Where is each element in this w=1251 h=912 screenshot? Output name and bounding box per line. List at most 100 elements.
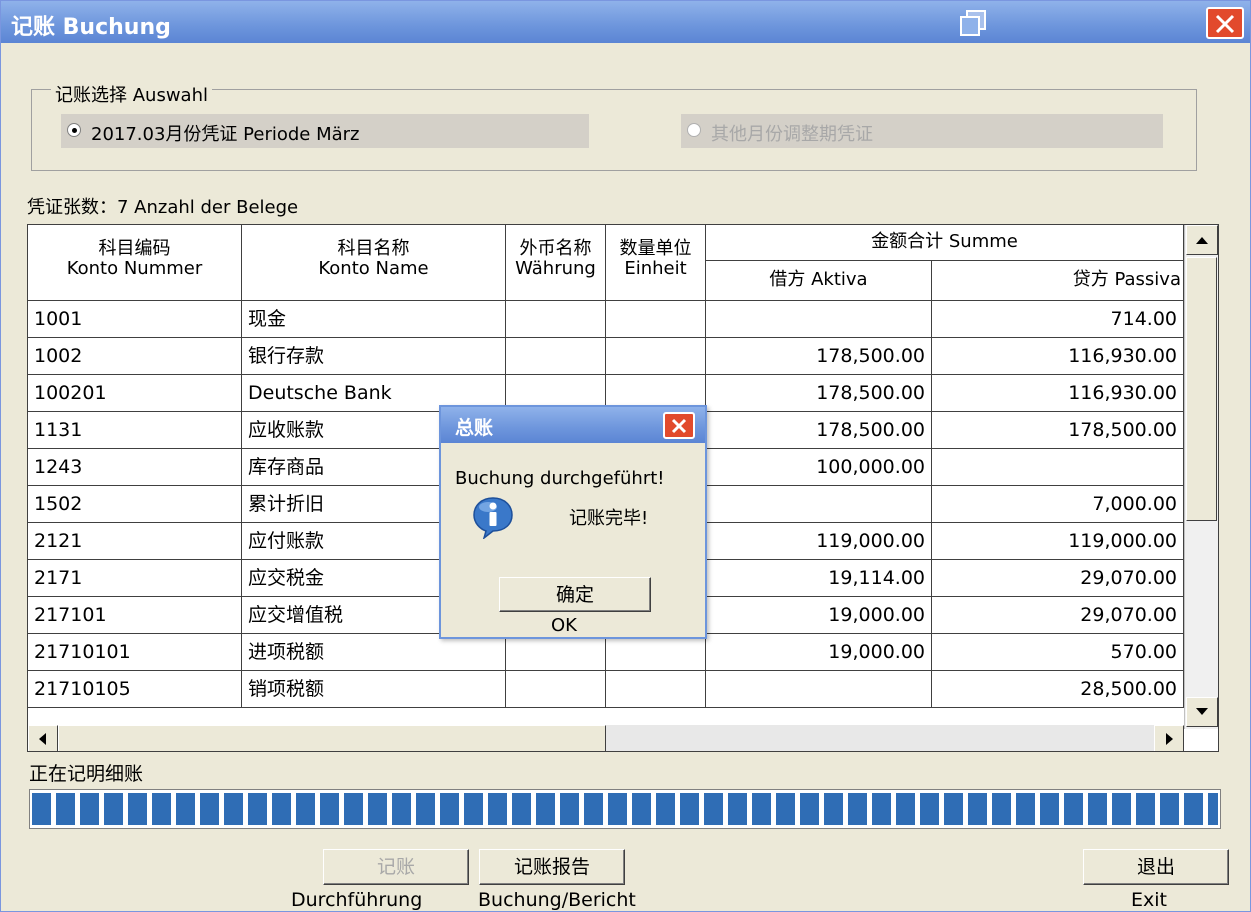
report-button-label: Buchung/Bericht [478, 889, 636, 911]
post-button[interactable]: 记账 [323, 849, 469, 885]
table-cell-credit[interactable]: 29,070.00 [932, 597, 1184, 634]
header-account-code[interactable]: 科目编码 Konto Nummer [28, 225, 242, 301]
close-icon [671, 418, 687, 434]
dialog-message-cn: 记账完毕! [569, 508, 649, 529]
table-cell-unit[interactable] [606, 338, 706, 375]
table-cell-code[interactable]: 2121 [28, 523, 242, 560]
close-button[interactable] [1206, 7, 1244, 39]
table-cell-code[interactable]: 1002 [28, 338, 242, 375]
table-cell-name[interactable]: 销项税额 [242, 671, 506, 708]
header-currency-de: Währung [515, 258, 596, 279]
table-cell-debit[interactable]: 178,500.00 [706, 375, 932, 412]
table-cell-debit[interactable]: 19,114.00 [706, 560, 932, 597]
dialog-ok-button[interactable]: 确定 [499, 577, 651, 612]
table-cell-debit[interactable]: 119,000.00 [706, 523, 932, 560]
restore-icon[interactable] [957, 9, 991, 39]
window-title: 记账 Buchung [11, 15, 171, 40]
arrow-right-icon [1166, 733, 1173, 745]
table-cell-debit[interactable] [706, 671, 932, 708]
scroll-up-button[interactable] [1186, 225, 1218, 255]
dialog-title: 总账 [455, 417, 494, 439]
radio-checked-icon [67, 123, 81, 137]
dialog-title-bar[interactable]: 总账 [441, 407, 705, 443]
report-button[interactable]: 记账报告 [479, 849, 625, 885]
radio-current-period-label: 2017.03月份凭证 Periode März [91, 124, 360, 145]
header-currency[interactable]: 外币名称 Währung [506, 225, 606, 301]
dialog-message-de: Buchung durchgeführt! [455, 468, 665, 489]
header-credit[interactable]: 贷方 Passiva [932, 261, 1184, 301]
header-code-cn: 科目编码 [98, 238, 171, 259]
table-cell-credit[interactable]: 116,930.00 [932, 375, 1184, 412]
table-cell-debit[interactable] [706, 486, 932, 523]
table-cell-code[interactable]: 1131 [28, 412, 242, 449]
table-cell-currency[interactable] [506, 338, 606, 375]
table-cell-credit[interactable]: 570.00 [932, 634, 1184, 671]
table-cell-code[interactable]: 1243 [28, 449, 242, 486]
table-cell-credit[interactable]: 29,070.00 [932, 560, 1184, 597]
dialog-ok-label: OK [551, 615, 577, 636]
arrow-left-icon [39, 733, 46, 745]
header-account-name[interactable]: 科目名称 Konto Name [242, 225, 506, 301]
table-cell-currency[interactable] [506, 301, 606, 338]
table-cell-debit[interactable]: 19,000.00 [706, 634, 932, 671]
table-cell-name[interactable]: 现金 [242, 301, 506, 338]
table-cell-debit[interactable]: 100,000.00 [706, 449, 932, 486]
table-cell-unit[interactable] [606, 671, 706, 708]
table-cell-code[interactable]: 1001 [28, 301, 242, 338]
voucher-count: 凭证张数：7 Anzahl der Belege [27, 197, 299, 218]
table-cell-code[interactable]: 1502 [28, 486, 242, 523]
table-cell-code[interactable]: 100201 [28, 375, 242, 412]
progress-fill [32, 793, 1218, 825]
booking-window: 记账 Buchung 记账选择 Auswahl 2017.03月份凭证 Peri… [0, 0, 1251, 912]
table-cell-code[interactable]: 21710105 [28, 671, 242, 708]
table-cell-debit[interactable]: 178,500.00 [706, 412, 932, 449]
table-cell-code[interactable]: 217101 [28, 597, 242, 634]
table-cell-code[interactable]: 21710101 [28, 634, 242, 671]
header-currency-cn: 外币名称 [519, 238, 592, 259]
header-sum[interactable]: 金额合计 Summe [706, 225, 1184, 261]
table-cell-credit[interactable]: 119,000.00 [932, 523, 1184, 560]
header-name-de: Konto Name [318, 258, 429, 279]
header-unit-cn: 数量单位 [619, 238, 692, 259]
table-cell-unit[interactable] [606, 301, 706, 338]
table-cell-name[interactable]: 银行存款 [242, 338, 506, 375]
scroll-right-button[interactable] [1154, 725, 1184, 751]
title-bar[interactable]: 记账 Buchung [1, 1, 1250, 43]
table-cell-currency[interactable] [506, 634, 606, 671]
horizontal-scrollbar[interactable] [28, 725, 1184, 751]
selection-group-label: 记账选择 Auswahl [51, 81, 212, 107]
close-icon [1215, 14, 1235, 34]
progress-bar [29, 789, 1221, 829]
scroll-left-button[interactable] [28, 725, 58, 751]
table-cell-credit[interactable] [932, 449, 1184, 486]
table-cell-currency[interactable] [506, 671, 606, 708]
vertical-scroll-thumb[interactable] [1186, 257, 1217, 521]
status-text: 正在记明细账 [29, 763, 144, 785]
header-name-cn: 科目名称 [337, 238, 410, 259]
table-cell-name[interactable]: 进项税额 [242, 634, 506, 671]
horizontal-scroll-thumb[interactable] [58, 725, 606, 751]
table-cell-debit[interactable] [706, 301, 932, 338]
exit-button[interactable]: 退出 [1083, 849, 1229, 885]
header-unit[interactable]: 数量单位 Einheit [606, 225, 706, 301]
table-cell-credit[interactable]: 178,500.00 [932, 412, 1184, 449]
dialog-close-button[interactable] [663, 412, 695, 439]
header-code-de: Konto Nummer [66, 258, 203, 279]
radio-current-period[interactable]: 2017.03月份凭证 Periode März [61, 114, 589, 148]
table-cell-credit[interactable]: 116,930.00 [932, 338, 1184, 375]
table-cell-credit[interactable]: 28,500.00 [932, 671, 1184, 708]
arrow-down-icon [1196, 708, 1208, 715]
scroll-down-button[interactable] [1186, 697, 1218, 727]
table-cell-credit[interactable]: 714.00 [932, 301, 1184, 338]
table-cell-code[interactable]: 2171 [28, 560, 242, 597]
post-button-label: Durchführung [291, 889, 423, 911]
radio-adjustment-period-label: 其他月份调整期凭证 [711, 124, 873, 145]
table-cell-unit[interactable] [606, 634, 706, 671]
table-cell-debit[interactable]: 19,000.00 [706, 597, 932, 634]
header-debit[interactable]: 借方 Aktiva [706, 261, 932, 301]
vertical-scrollbar[interactable] [1184, 225, 1218, 729]
table-cell-debit[interactable]: 178,500.00 [706, 338, 932, 375]
radio-unchecked-icon [687, 123, 701, 137]
table-cell-credit[interactable]: 7,000.00 [932, 486, 1184, 523]
header-unit-de: Einheit [624, 258, 687, 279]
